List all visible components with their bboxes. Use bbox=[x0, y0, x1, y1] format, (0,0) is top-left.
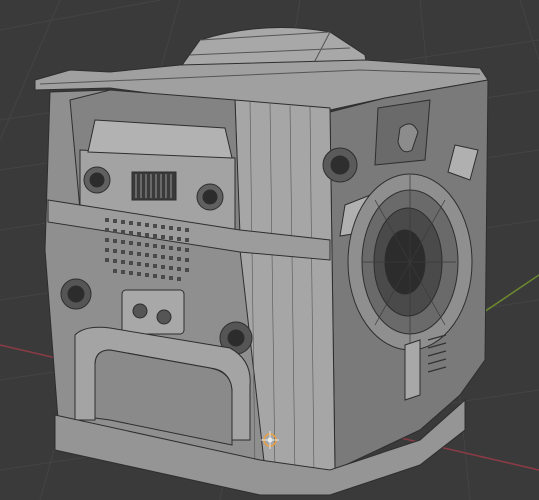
3d-viewport[interactable] bbox=[0, 0, 539, 500]
robot-model[interactable] bbox=[34, 27, 489, 496]
dual-socket bbox=[121, 289, 185, 335]
grille-vent bbox=[131, 171, 177, 201]
